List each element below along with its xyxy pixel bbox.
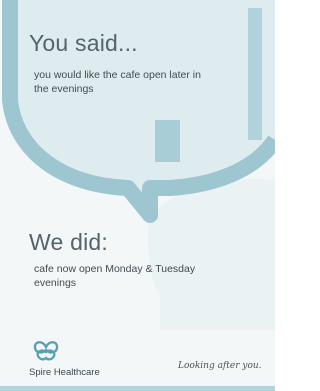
brand-tagline: Looking after you. (178, 361, 262, 371)
you-said-text: you would like the cafe open later in th… (34, 69, 201, 95)
heart-logo-icon (33, 341, 59, 361)
we-did-heading: We did: (29, 229, 108, 255)
spire-logo: Spire Healthcare (29, 338, 119, 380)
poster: You said... you would like the cafe open… (0, 0, 275, 391)
we-did-text: cafe now open Monday & Tuesday evenings (34, 263, 196, 289)
speech-bubble-graphic (0, 0, 275, 391)
you-said-heading: You said... (29, 30, 138, 56)
brand-name: Spire Healthcare (29, 367, 100, 378)
bottom-strip (0, 386, 275, 391)
